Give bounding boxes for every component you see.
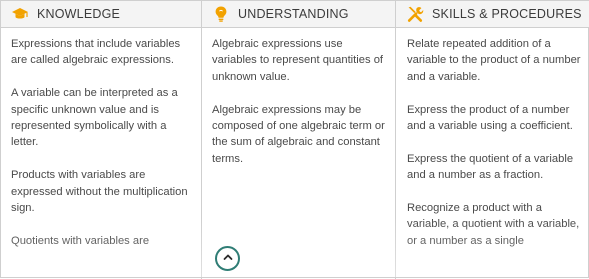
knowledge-column: KNOWLEDGE Expressions that include varia… [1,1,202,279]
skills-title: SKILLS & PROCEDURES [432,7,582,21]
learning-objectives-table: KNOWLEDGE Expressions that include varia… [0,0,589,279]
understanding-title: UNDERSTANDING [238,7,349,21]
knowledge-title: KNOWLEDGE [37,7,121,21]
skills-item: Relate repeated addition of a variable t… [407,38,581,83]
understanding-header: UNDERSTANDING [202,1,395,28]
understanding-item: Algebraic expressions may be composed of… [212,103,385,165]
knowledge-header: KNOWLEDGE [1,1,201,28]
skills-content: Relate repeated addition of a variable t… [396,28,589,249]
skills-column: SKILLS & PROCEDURES Relate repeated addi… [396,1,589,279]
skills-item: Recognize a product with a variable, a q… [407,202,580,247]
graduation-cap-icon [11,5,29,23]
knowledge-item: Products with variables are expressed wi… [11,169,188,215]
knowledge-item: Expressions that include variables are c… [11,38,181,67]
tools-icon [406,5,424,23]
knowledge-item: A variable can be interpreted as a speci… [11,87,178,149]
chevron-up-icon [222,250,234,268]
knowledge-content: Expressions that include variables are c… [1,28,201,249]
skills-header: SKILLS & PROCEDURES [396,1,589,28]
knowledge-item: Quotients with variables are [11,234,150,247]
understanding-content: Algebraic expressions use variables to r… [202,28,395,167]
understanding-item: Algebraic expressions use variables to r… [212,38,384,83]
collapse-button[interactable] [215,246,240,271]
lightbulb-icon [212,5,230,23]
skills-item: Express the product of a number and a va… [407,103,573,133]
skills-item: Express the quotient of a variable and a… [407,152,574,182]
understanding-column: UNDERSTANDING Algebraic expressions use … [202,1,396,279]
